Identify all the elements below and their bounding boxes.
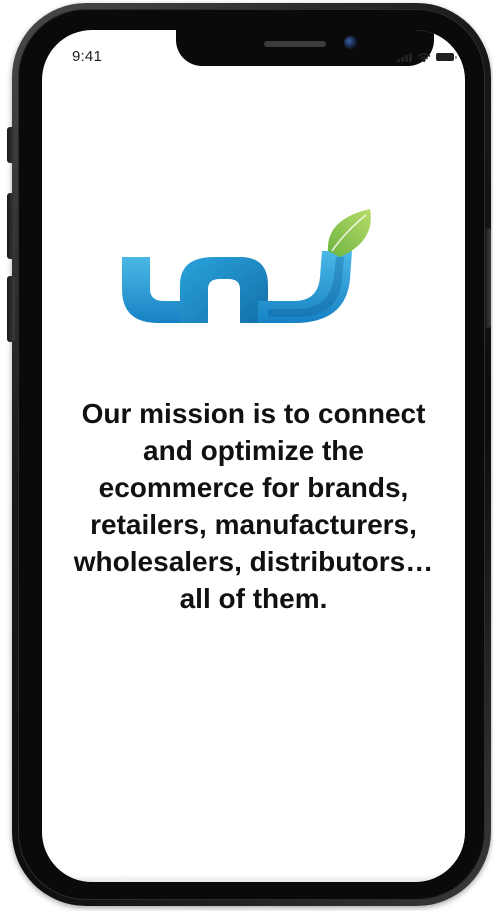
status-icons: [397, 50, 457, 64]
signal-icon: [397, 52, 412, 62]
speaker-grille: [264, 41, 326, 47]
screen-edge: [42, 874, 465, 882]
brand-logo-icon: [122, 209, 371, 323]
battery-icon: [435, 53, 457, 61]
wifi-icon: [417, 52, 430, 62]
mission-statement: Our mission is to connect and optimize t…: [73, 398, 434, 614]
notch: [176, 30, 434, 66]
front-camera-icon: [344, 36, 357, 49]
power-button: [485, 228, 491, 328]
volume-up-button: [7, 193, 15, 259]
page: 9:41 Our mission is to connect and optim…: [0, 0, 493, 911]
phone-screen: 9:41 Our mission is to connect and optim…: [42, 30, 465, 882]
mute-switch: [7, 127, 15, 163]
status-time: 9:41: [72, 48, 102, 65]
volume-down-button: [7, 276, 15, 342]
